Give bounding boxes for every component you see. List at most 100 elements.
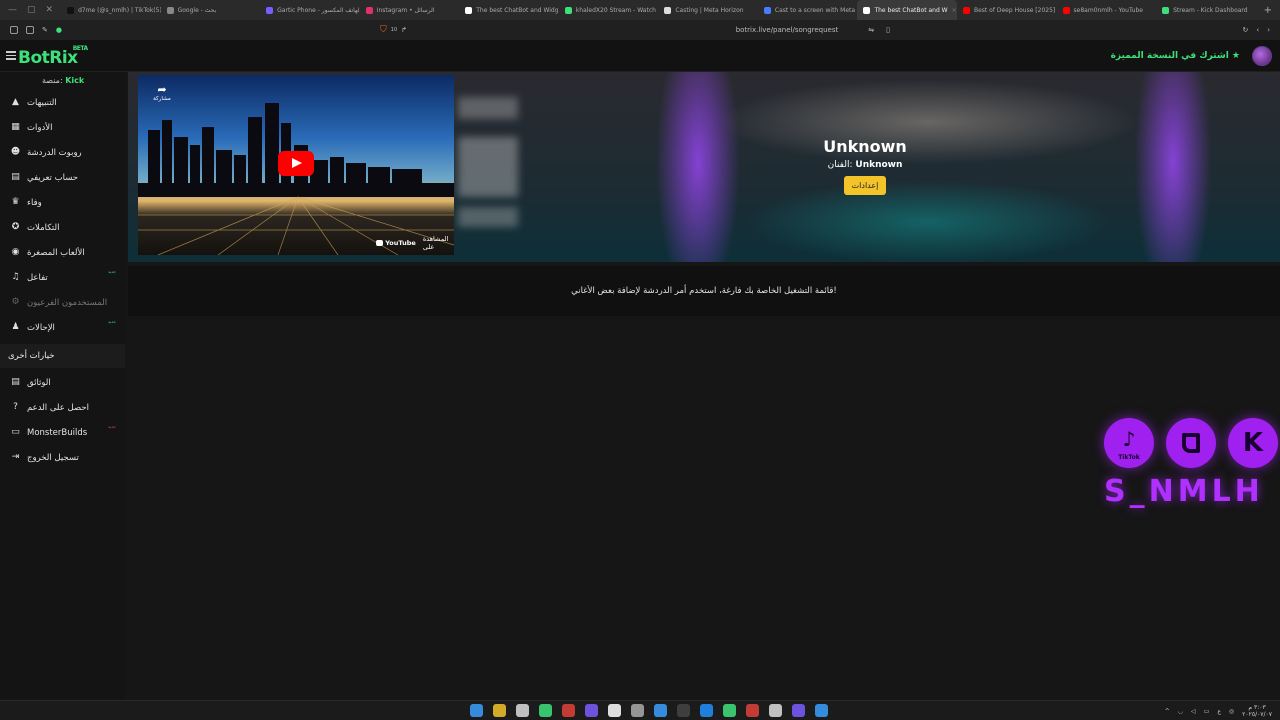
clock[interactable]: ٣:٠٣ م ٢٠٢٥/٠٧/٠٧: [1242, 704, 1272, 718]
sidebar-item[interactable]: ⚙ المستخدمون الفرعيون: [0, 290, 125, 315]
sidebar-item-label: وفاء: [27, 197, 42, 208]
sidebar-item[interactable]: ◉ الألعاب المصغرة: [0, 240, 125, 265]
browser-tab[interactable]: The best ChatBot and W ×: [857, 0, 957, 20]
close-tab-icon[interactable]: ×: [952, 7, 957, 14]
url-field[interactable]: botrix.live/panel/songrequest: [407, 26, 868, 34]
sidebar-item-label: الأدوات: [27, 122, 53, 133]
taskbar-app-icon[interactable]: [792, 704, 805, 717]
vpn-icon[interactable]: ●: [56, 26, 62, 34]
sidebar-item[interactable]: ▭ MonsterBuilds جديد: [0, 420, 125, 445]
taskbar-app-icon[interactable]: [677, 704, 690, 717]
taskbar-app-icon[interactable]: [470, 704, 483, 717]
playlist-empty-message: قائمة التشغيل الخاصة بك فارغة، استخدم أم…: [571, 286, 837, 296]
youtube-icon: [376, 240, 384, 246]
sidebar-item[interactable]: ▤ الوثائق: [0, 370, 125, 395]
tab-favicon-icon: [962, 6, 970, 14]
taskbar-app-icon[interactable]: [562, 704, 575, 717]
sidebar: منصة: Kick ▲ التنبيهات ▦ الأدوات ☻ روبوت الدر…: [0, 72, 125, 700]
users-icon: ♟: [11, 322, 20, 332]
taskbar-app-icon[interactable]: [654, 704, 667, 717]
sidebar-item-label: التكاملات: [27, 222, 60, 233]
play-button[interactable]: [278, 151, 314, 176]
watch-on-youtube-link[interactable]: YouTube المشاهدة على: [376, 235, 454, 251]
language-indicator[interactable]: ع: [1217, 708, 1221, 715]
taskbar-app-icon[interactable]: [585, 704, 598, 717]
trophy-icon: ♛: [11, 197, 20, 207]
browser-tab[interactable]: Stream - Kick Dashboard: [1156, 0, 1256, 20]
sidebar-item[interactable]: ? احصل على الدعم: [0, 395, 125, 420]
sidebar-item[interactable]: ▦ الأدوات: [0, 115, 125, 140]
new-tab-button[interactable]: +: [1256, 5, 1280, 16]
question-icon: ?: [13, 402, 18, 412]
id-card-icon: ▤: [11, 172, 20, 182]
battery-icon[interactable]: ▭: [1204, 708, 1210, 715]
sidebar-item[interactable]: ♟ الإحالات جديد: [0, 315, 125, 340]
window-controls: — ▢ ✕: [0, 5, 61, 15]
translate-icon[interactable]: ⇋: [868, 26, 874, 34]
taskbar-app-icon[interactable]: [700, 704, 713, 717]
browser-tab[interactable]: d7me (@s_nmlh) | TikTok(5): [61, 0, 161, 20]
taskbar-app-icon[interactable]: [723, 704, 736, 717]
volume-icon[interactable]: ◁: [1191, 708, 1196, 715]
platform-indicator: منصة: Kick: [42, 76, 84, 85]
browser-tab[interactable]: khaledX20 Stream - Watch: [559, 0, 659, 20]
sidebar-item[interactable]: ☻ روبوت الدردشة: [0, 140, 125, 165]
sidebar-item[interactable]: ▤ حساب تعريفي: [0, 165, 125, 190]
taskbar-app-icon[interactable]: [539, 704, 552, 717]
sidebar-item[interactable]: ✪ التكاملات: [0, 215, 125, 240]
browser-tab[interactable]: Casting | Meta Horizon: [658, 0, 758, 20]
extensions-icon[interactable]: [26, 26, 34, 34]
browser-tab[interactable]: Google - بحث: [161, 0, 261, 20]
taskbar-app-icon[interactable]: [493, 704, 506, 717]
pen-icon[interactable]: ✎: [42, 26, 48, 34]
minimize-icon[interactable]: —: [8, 5, 17, 15]
brave-shield-icon[interactable]: ⛉: [380, 25, 387, 35]
reload-icon[interactable]: ↻: [1243, 26, 1249, 34]
sidebar-item-label: المستخدمون الفرعيون: [27, 297, 108, 308]
restore-icon[interactable]: ▢: [27, 5, 36, 15]
chevron-up-icon[interactable]: ^: [1165, 708, 1170, 715]
wifi-icon[interactable]: ◡: [1178, 708, 1183, 715]
share-button[interactable]: ➦ مشاركة: [150, 83, 174, 102]
overlay-username: S_NMLH: [1104, 474, 1264, 509]
browser-tab[interactable]: Gartic Phone - الهاتف المكسور: [260, 0, 360, 20]
tab-title: Google - بحث: [177, 6, 217, 14]
network-icon[interactable]: ◎: [1229, 708, 1234, 715]
taskbar-app-icon[interactable]: [608, 704, 621, 717]
browser-tab[interactable]: Instagram • الرسائل: [360, 0, 460, 20]
kick-icon: K: [1228, 418, 1278, 468]
taskbar-app-icon[interactable]: [815, 704, 828, 717]
main-content: ➦ مشاركة YouTube المشاهدة على Unknown ال…: [128, 72, 1280, 700]
browser-tab[interactable]: The best ChatBot and Widg: [459, 0, 559, 20]
browser-tab[interactable]: Best of Deep House [2025]: [957, 0, 1057, 20]
tab-title: d7me (@s_nmlh) | TikTok(5): [78, 6, 161, 14]
sidebar-toggle-icon[interactable]: [10, 26, 18, 34]
premium-link[interactable]: اشترك في النسخة المميزة ★: [1111, 51, 1240, 61]
new-badge: جديد: [108, 319, 116, 324]
bookmark-icon[interactable]: ▯: [886, 26, 890, 34]
settings-button[interactable]: إعدادات: [843, 176, 887, 195]
back-icon[interactable]: ›: [1267, 26, 1270, 34]
forward-icon[interactable]: ‹: [1256, 26, 1259, 34]
taskbar-app-icon[interactable]: [769, 704, 782, 717]
botrix-logo[interactable]: BotRix BETA: [18, 45, 88, 68]
taskbar-app-icon[interactable]: [746, 704, 759, 717]
sidebar-item-label: الإحالات: [27, 322, 55, 333]
tab-title: se8am0nmlh - YouTube: [1073, 6, 1143, 14]
taskbar-app-icon[interactable]: [631, 704, 644, 717]
youtube-label: YouTube: [385, 239, 416, 247]
sidebar-item[interactable]: ♫ تفاعل جديد: [0, 265, 125, 290]
menu-icon[interactable]: [6, 51, 16, 62]
sidebar-item[interactable]: ♛ وفاء: [0, 190, 125, 215]
book-icon: ▤: [11, 377, 20, 387]
taskbar-app-icon[interactable]: [516, 704, 529, 717]
sidebar-item[interactable]: ▲ التنبيهات: [0, 90, 125, 115]
close-window-icon[interactable]: ✕: [46, 5, 54, 15]
avatar[interactable]: [1252, 46, 1272, 66]
browser-tab[interactable]: Cast to a screen with Meta: [758, 0, 858, 20]
sidebar-item[interactable]: ⇥ تسجيل الخروج: [0, 445, 125, 470]
browser-tab[interactable]: se8am0nmlh - YouTube: [1057, 0, 1157, 20]
browser-tab-strip: — ▢ ✕ d7me (@s_nmlh) | TikTok(5) Google -…: [0, 0, 1280, 20]
song-info: Unknown الفنان: Unknown إعدادات: [765, 137, 965, 195]
youtube-player[interactable]: ➦ مشاركة YouTube المشاهدة على: [138, 75, 454, 255]
